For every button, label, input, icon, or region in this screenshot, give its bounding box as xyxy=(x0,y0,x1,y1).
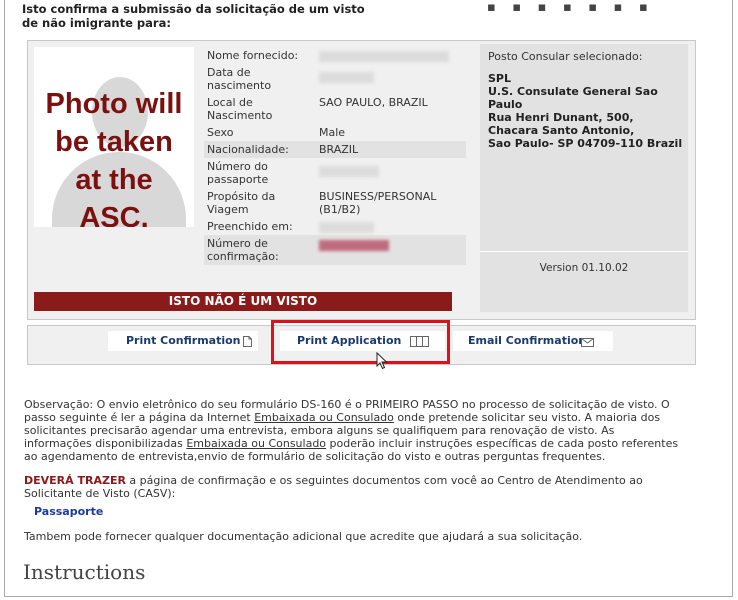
row-nationality: Nacionalidade: BRAZIL xyxy=(204,141,466,158)
not-a-visa-banner: ISTO NÃO É UM VISTO xyxy=(34,292,452,311)
applicant-info-table: Nome fornecido: Data de nascimento Local… xyxy=(204,47,466,265)
row-completed-on: Preenchido em: xyxy=(204,218,466,235)
consular-post-title: Posto Consular selecionado: xyxy=(488,50,643,63)
row-sex: Sexo Male xyxy=(207,126,346,139)
instructions-heading: Instructions xyxy=(23,560,146,584)
print-confirmation-button[interactable]: Print Confirmation xyxy=(108,331,258,351)
consular-post-address: SPL U.S. Consulate General Sao Paulo Rua… xyxy=(488,72,683,150)
embassy-consulate-link-2[interactable]: Embaixada ou Consulado xyxy=(186,437,326,450)
applicant-photo-placeholder: Photo will be taken at the ASC. xyxy=(34,47,194,227)
redacted-confirmation-number xyxy=(319,239,389,251)
partial-heading: ▪ ▪ ▪ ▪ ▪ ▪ ▪ xyxy=(487,0,654,15)
confirmation-heading: Isto confirma a submissão da solicitação… xyxy=(22,2,365,30)
divider xyxy=(480,251,688,252)
heading-line-2: de não imigrante para: xyxy=(22,16,171,30)
additional-docs-text: Tambem pode fornecer qualquer documentaç… xyxy=(24,530,583,543)
redacted-value xyxy=(319,166,379,177)
confirmation-panel: Photo will be taken at the ASC. Nome for… xyxy=(27,40,696,320)
redacted-value xyxy=(319,221,374,233)
row-name: Nome fornecido: xyxy=(204,47,466,64)
envelope-icon xyxy=(581,335,594,355)
embassy-consulate-link-1[interactable]: Embaixada ou Consulado xyxy=(254,411,394,424)
document-passport: Passaporte xyxy=(34,505,104,518)
redacted-value xyxy=(319,50,449,62)
row-birth-date: Data de nascimento xyxy=(204,64,466,94)
bring-documents-text: DEVERÁ TRAZER a página de confirmação e … xyxy=(24,474,643,500)
redacted-value xyxy=(319,72,374,83)
row-trip-purpose: Propósito da Viagem BUSINESS/PERSONAL (B… xyxy=(207,190,437,216)
consular-post-box: Posto Consular selecionado: SPL U.S. Con… xyxy=(480,44,688,312)
highlight-annotation xyxy=(271,320,450,364)
observation-note: Observação: O envio eletrônico do seu fo… xyxy=(24,398,679,463)
row-confirmation-number: Número de confirmação: xyxy=(204,235,466,265)
photo-placeholder-text: Photo will be taken at the ASC. xyxy=(45,88,183,227)
version-label: Version 01.10.02 xyxy=(539,262,629,274)
row-birth-place: Local de Nascimento SAO PAULO, BRAZIL xyxy=(207,96,428,122)
row-passport-number: Número do passaporte xyxy=(204,158,466,188)
email-confirmation-button[interactable]: Email Confirmation xyxy=(453,331,613,351)
heading-line-1: Isto confirma a submissão da solicitação… xyxy=(22,2,365,16)
must-bring-label: DEVERÁ TRAZER xyxy=(24,474,126,487)
mouse-cursor-icon xyxy=(376,351,388,373)
document-icon xyxy=(243,335,252,355)
